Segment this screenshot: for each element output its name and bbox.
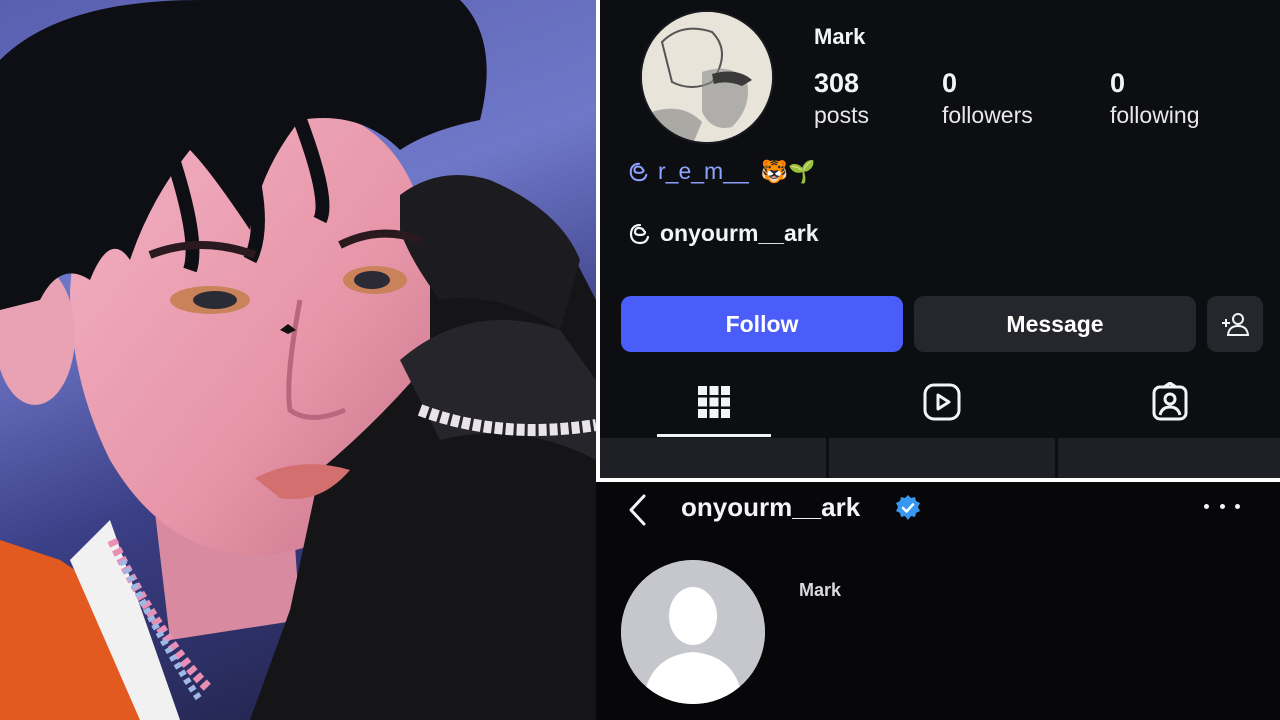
profile-username: onyourm__ark	[681, 492, 861, 522]
followers-count: 0	[942, 68, 958, 98]
profile-display-name: Mark	[814, 24, 866, 49]
person-silhouette-icon	[621, 560, 765, 704]
chevron-left-icon	[629, 494, 646, 526]
tagged-icon	[1152, 382, 1188, 421]
follow-button[interactable]: Follow	[621, 296, 903, 352]
posts-label: posts	[814, 102, 869, 128]
following-count: 0	[1110, 68, 1126, 98]
verified-icon	[896, 495, 920, 520]
grid-icon	[698, 386, 730, 418]
threads-mention-link[interactable]: r_e_m__ 🐯🌱	[628, 158, 816, 185]
add-user-icon	[1222, 313, 1250, 336]
followers-label: followers	[942, 102, 1033, 128]
tiger-sprout-emoji: 🐯🌱	[760, 158, 816, 184]
threads-profile-link[interactable]: onyourm__ark	[628, 220, 819, 247]
default-avatar[interactable]	[621, 560, 765, 704]
reels-icon	[923, 383, 961, 421]
more-dot-icon	[1235, 503, 1240, 509]
more-options-button[interactable]	[1204, 494, 1240, 518]
suggest-users-button[interactable]	[1207, 296, 1263, 352]
tab-posts-grid[interactable]	[657, 366, 771, 438]
active-tab-indicator	[657, 434, 771, 437]
post-thumbnail[interactable]	[1058, 438, 1280, 478]
portrait-illustration	[0, 0, 596, 720]
threads-link-text: onyourm__ark	[660, 220, 819, 246]
stat-posts[interactable]: 308 posts	[814, 68, 869, 129]
verified-badge-icon	[894, 494, 922, 522]
sketch-avatar-image	[642, 12, 772, 142]
stat-following[interactable]: 0 following	[1110, 68, 1200, 129]
post-thumbnail[interactable]	[600, 438, 826, 478]
more-dot-icon	[1219, 503, 1225, 509]
threads-mention-text: r_e_m__	[658, 158, 749, 184]
post-thumbnail-row	[600, 438, 1280, 478]
profile-display-name: Mark	[799, 580, 842, 600]
message-button[interactable]: Message	[914, 296, 1196, 352]
back-button[interactable]	[626, 490, 656, 530]
post-thumbnail[interactable]	[829, 438, 1055, 478]
posts-count: 308	[814, 68, 860, 98]
profile-avatar[interactable]	[640, 10, 774, 144]
tab-reels[interactable]	[885, 366, 999, 438]
profile-panel-bottom: onyourm__ark Mark	[596, 482, 1280, 720]
threads-icon	[629, 162, 648, 181]
profile-tabs	[600, 366, 1280, 438]
profile-panel-top: Mark 308 posts 0 followers 0 following r…	[600, 0, 1280, 478]
tab-tagged[interactable]	[1113, 366, 1227, 438]
following-label: following	[1110, 102, 1200, 128]
more-dot-icon	[1204, 503, 1209, 509]
portrait-photo	[0, 0, 596, 720]
stat-followers[interactable]: 0 followers	[942, 68, 1033, 129]
threads-icon	[629, 223, 650, 244]
